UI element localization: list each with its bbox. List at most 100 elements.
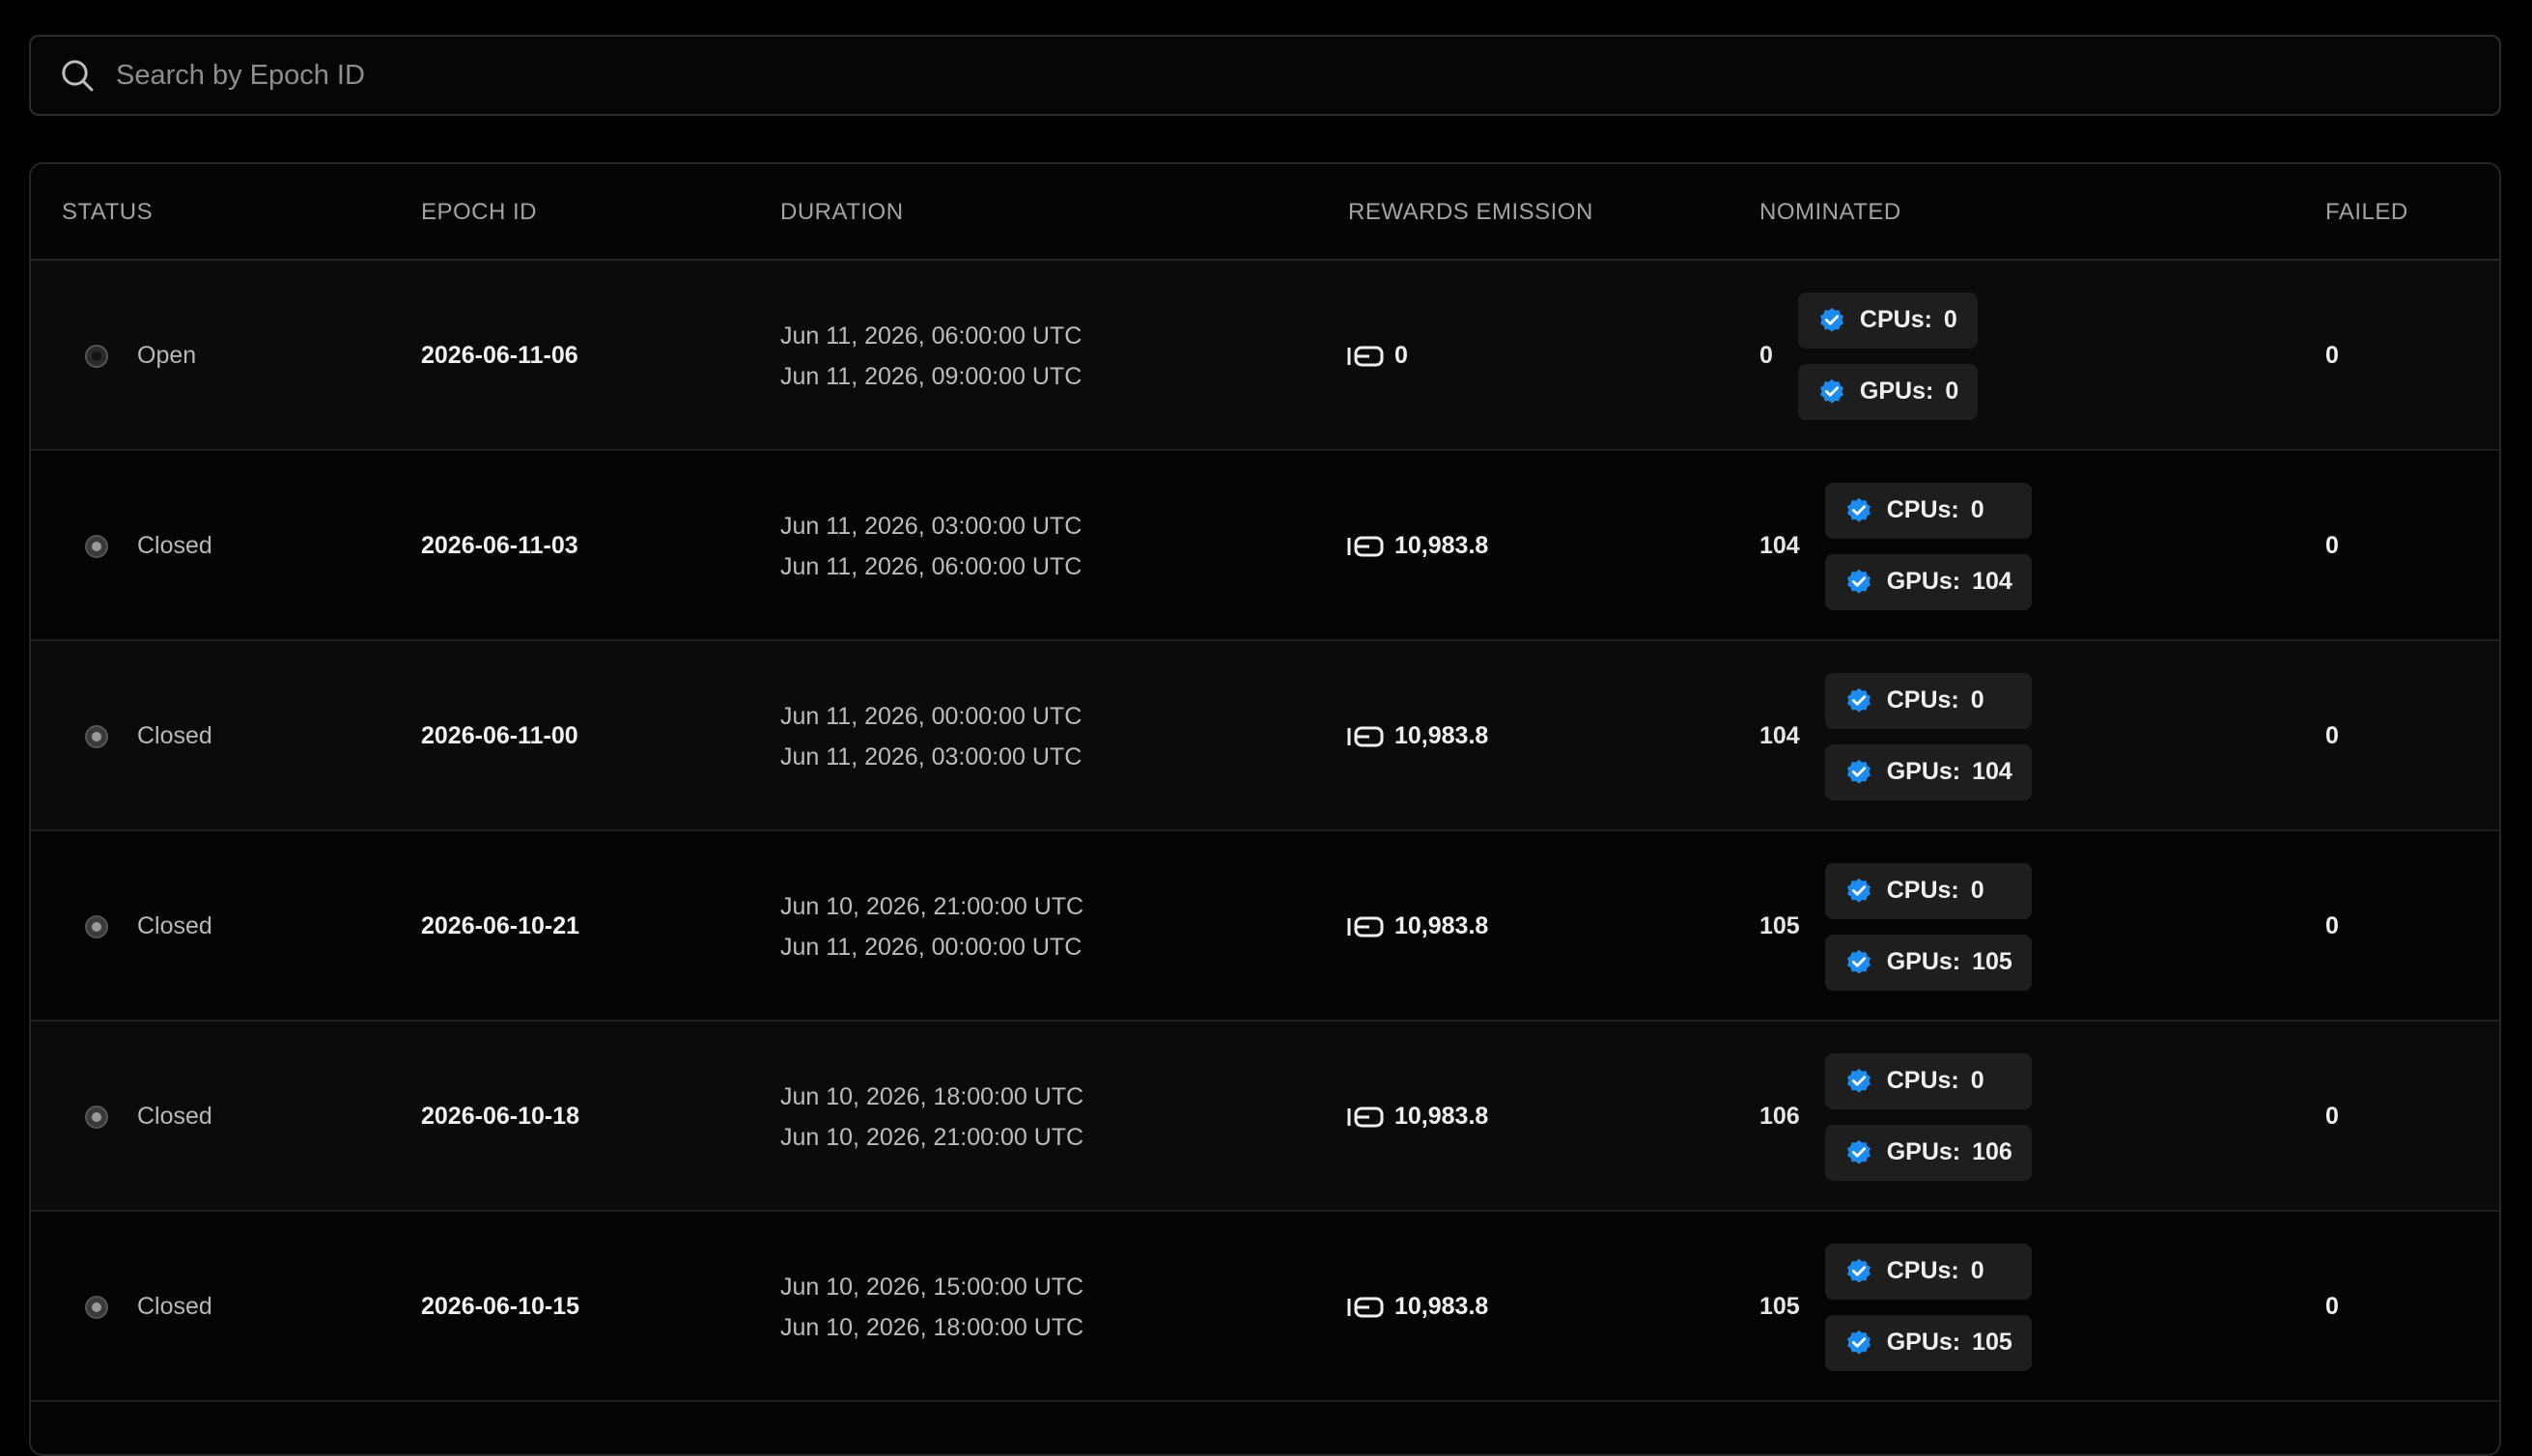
status-label: Closed [137,532,212,559]
gpu-label: GPUs: [1886,1138,1961,1165]
duration-start: Jun 10, 2026, 18:00:00 UTC [780,1082,1084,1110]
cpu-count: 0 [1970,1257,1984,1284]
table-row[interactable]: Closed 2026-06-10-21 Jun 10, 2026, 21:00… [31,831,2499,1022]
gpu-count: 106 [1972,1138,2012,1165]
nominated-count: 104 [1759,532,1800,559]
failed-count: 0 [2325,912,2339,939]
gpu-label: GPUs: [1886,1329,1961,1356]
table-row[interactable]: Open 2026-06-11-06 Jun 11, 2026, 06:00:0… [31,261,2499,451]
rewards-value: 10,983.8 [1394,1103,1489,1130]
duration-cell: Jun 11, 2026, 00:00:00 UTC Jun 11, 2026,… [780,641,1082,831]
cpu-badge: CPUs: 0 [1824,672,2032,729]
nominated-count: 104 [1759,722,1800,749]
nominated-count: 105 [1759,912,1800,939]
duration-cell: Jun 10, 2026, 18:00:00 UTC Jun 10, 2026,… [780,1022,1083,1212]
duration-end: Jun 11, 2026, 03:00:00 UTC [780,742,1083,770]
cpu-count: 0 [1970,686,1984,714]
verified-check-icon [1846,1258,1871,1283]
nominated-count: 106 [1759,1103,1800,1130]
gpu-count: 105 [1972,948,2012,975]
status-label: Open [137,342,197,369]
gpu-badge: GPUs: 106 [1824,1124,2032,1181]
column-header-status: STATUS [62,199,154,225]
gpu-count: 0 [1945,378,1959,405]
duration-start: Jun 10, 2026, 21:00:00 UTC [780,892,1084,920]
duration-cell: Jun 10, 2026, 15:00:00 UTC Jun 10, 2026,… [780,1212,1083,1402]
rewards-value: 10,983.8 [1394,722,1489,749]
token-icon [1347,536,1384,556]
verified-check-icon [1846,687,1871,713]
failed-count: 0 [2325,342,2339,369]
status-dot-icon [85,344,108,368]
duration-start: Jun 11, 2026, 00:00:00 UTC [780,702,1083,730]
status-dot-icon [85,914,108,938]
nominated-cell: 0 CPUs: 0 GPUs: 0 [1759,261,1979,451]
search-bar[interactable] [29,35,2501,116]
cpu-label: CPUs: [1886,686,1959,714]
duration-start: Jun 10, 2026, 15:00:00 UTC [780,1273,1084,1301]
gpu-label: GPUs: [1886,758,1961,785]
gpu-label: GPUs: [1886,948,1961,975]
status-dot-icon [85,1295,108,1319]
gpu-label: GPUs: [1886,568,1961,595]
token-icon [1347,916,1384,937]
gpu-label: GPUs: [1859,378,1934,405]
gpu-badge: GPUs: 0 [1797,363,1979,420]
cpu-label: CPUs: [1886,496,1959,523]
status-dot-icon [85,534,108,558]
cpu-badge: CPUs: 0 [1824,1052,2032,1109]
gpu-badge: GPUs: 104 [1824,743,2032,800]
table-body: Open 2026-06-11-06 Jun 11, 2026, 06:00:0… [31,261,2499,1402]
token-icon [1347,346,1384,366]
epoch-id: 2026-06-11-03 [421,532,578,559]
token-icon [1347,1297,1384,1317]
gpu-count: 104 [1972,758,2012,785]
column-header-nominated: NOMINATED [1759,199,1901,225]
failed-count: 0 [2325,1103,2339,1130]
duration-start: Jun 11, 2026, 06:00:00 UTC [780,322,1083,350]
resource-badges: CPUs: 0 GPUs: 105 [1824,1243,2032,1371]
search-icon [62,60,94,92]
token-icon [1347,1106,1384,1127]
status-label: Closed [137,722,212,749]
gpu-badge: GPUs: 104 [1824,553,2032,610]
status-cell: Closed [62,831,212,1022]
table-row[interactable]: Closed 2026-06-10-15 Jun 10, 2026, 15:00… [31,1212,2499,1402]
table-row[interactable]: Closed 2026-06-10-18 Jun 10, 2026, 18:00… [31,1022,2499,1212]
status-cell: Closed [62,1212,212,1402]
rewards-value: 10,983.8 [1394,532,1489,559]
cpu-label: CPUs: [1886,1257,1959,1284]
cpu-count: 0 [1970,1067,1984,1094]
failed-count: 0 [2325,722,2339,749]
verified-check-icon [1819,378,1843,404]
resource-badges: CPUs: 0 GPUs: 104 [1824,672,2032,800]
status-label: Closed [137,1293,212,1320]
resource-badges: CPUs: 0 GPUs: 105 [1824,862,2032,991]
duration-cell: Jun 11, 2026, 03:00:00 UTC Jun 11, 2026,… [780,451,1082,641]
table-row[interactable]: Closed 2026-06-11-03 Jun 11, 2026, 03:00… [31,451,2499,641]
duration-start: Jun 11, 2026, 03:00:00 UTC [780,512,1083,540]
table-header: STATUS EPOCH ID DURATION REWARDS EMISSIO… [31,164,2499,261]
token-icon [1347,726,1384,746]
epoch-id: 2026-06-10-18 [421,1103,580,1130]
cpu-label: CPUs: [1886,1067,1959,1094]
epoch-id: 2026-06-10-15 [421,1293,580,1320]
nominated-cell: 104 CPUs: 0 GPUs: 104 [1759,641,2032,831]
rewards-cell: 10,983.8 [1346,451,1488,641]
rewards-cell: 10,983.8 [1346,831,1488,1022]
resource-badges: CPUs: 0 GPUs: 104 [1824,482,2032,610]
search-input[interactable] [116,46,2499,104]
status-dot-icon [85,724,108,748]
duration-end: Jun 11, 2026, 09:00:00 UTC [780,362,1083,390]
gpu-badge: GPUs: 105 [1824,934,2032,991]
status-cell: Open [62,261,196,451]
table-row[interactable]: Closed 2026-06-11-00 Jun 11, 2026, 00:00… [31,641,2499,831]
epoch-id: 2026-06-11-00 [421,722,578,749]
verified-check-icon [1846,497,1871,522]
status-dot-icon [85,1105,108,1129]
gpu-count: 104 [1972,568,2012,595]
rewards-cell: 0 [1346,261,1408,451]
cpu-count: 0 [1970,877,1984,904]
duration-end: Jun 10, 2026, 18:00:00 UTC [780,1313,1084,1341]
verified-check-icon [1846,759,1871,784]
